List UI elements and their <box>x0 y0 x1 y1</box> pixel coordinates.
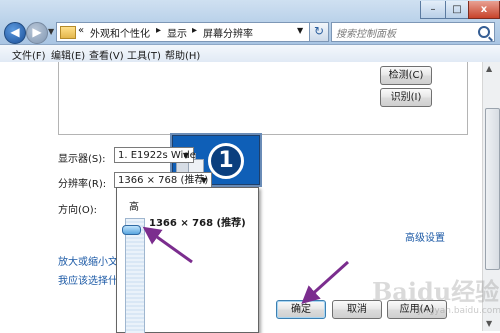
slider-high-label: 高 <box>129 202 139 213</box>
breadcrumb-display[interactable]: 显示 <box>167 25 187 40</box>
menu-tools[interactable]: 工具(T) <box>127 47 161 62</box>
close-button[interactable]: x <box>468 1 500 19</box>
identify-button[interactable]: 识别(I) <box>380 88 432 107</box>
address-bar[interactable]: « 外观和个性化 ▸ 显示 ▸ 屏幕分辨率 ▼ <box>56 22 311 42</box>
resolution-slider-track[interactable] <box>125 218 145 333</box>
scroll-down-icon[interactable]: ▼ <box>486 319 492 328</box>
breadcrumb-separator: ▸ <box>192 25 198 36</box>
display-select[interactable]: 1. E1922s Wide ▼ <box>114 147 196 163</box>
menu-edit[interactable]: 编辑(E) <box>51 47 85 62</box>
search-icon[interactable] <box>478 26 490 38</box>
baidu-watermark: Baidu经验 <box>372 277 500 306</box>
address-dropdown-icon[interactable]: ▼ <box>297 26 303 35</box>
resolution-select[interactable]: 1366 × 768 (推荐) ▼ <box>114 172 212 188</box>
back-arrow-icon[interactable]: ◀ <box>4 22 26 44</box>
maximize-button[interactable]: □ <box>445 1 469 19</box>
title-bar: – □ x ◀ ▶ ▼ « 外观和个性化 ▸ 显示 ▸ 屏幕分辨率 ▼ ↻ 搜索… <box>0 0 500 45</box>
refresh-icon[interactable]: ↻ <box>309 22 329 42</box>
minimize-button[interactable]: – <box>420 1 446 19</box>
selected-resolution-text: 1366 × 768 (推荐) <box>149 218 246 229</box>
menu-help[interactable]: 帮助(H) <box>165 47 200 62</box>
breadcrumb-overflow[interactable]: « <box>78 25 84 36</box>
ok-button[interactable]: 确定 <box>276 300 326 319</box>
monitor-number: 1 <box>208 143 244 179</box>
breadcrumb-resolution[interactable]: 屏幕分辨率 <box>203 25 253 40</box>
search-placeholder: 搜索控制面板 <box>336 29 396 40</box>
recent-pages-dropdown[interactable]: ▼ <box>48 27 54 36</box>
folder-icon <box>60 26 76 39</box>
resolution-dropdown-panel: 高 1366 × 768 (推荐) <box>116 187 259 333</box>
baidu-watermark-url: jingyan.baidu.com <box>418 306 500 316</box>
resolution-label: 分辨率(R): <box>58 179 107 190</box>
chevron-down-icon: ▼ <box>182 151 189 160</box>
resolution-select-value: 1366 × 768 (推荐) <box>118 175 209 186</box>
scroll-up-icon[interactable]: ▲ <box>486 64 492 73</box>
orientation-label: 方向(O): <box>58 205 98 216</box>
search-input[interactable]: 搜索控制面板 <box>331 22 495 42</box>
menu-file[interactable]: 文件(F) <box>12 47 46 62</box>
forward-arrow-icon[interactable]: ▶ <box>26 22 48 44</box>
menu-bar: 文件(F) 编辑(E) 查看(V) 工具(T) 帮助(H) <box>0 45 500 63</box>
breadcrumb-separator: ▸ <box>156 25 162 36</box>
menu-view[interactable]: 查看(V) <box>89 47 124 62</box>
advanced-settings-link[interactable]: 高级设置 <box>405 229 445 244</box>
breadcrumb-appearance[interactable]: 外观和个性化 <box>90 25 150 40</box>
resolution-slider-thumb[interactable] <box>122 225 141 235</box>
scrollbar-thumb[interactable] <box>485 108 500 270</box>
display-label: 显示器(S): <box>58 154 106 165</box>
detect-button[interactable]: 检测(C) <box>380 66 432 85</box>
